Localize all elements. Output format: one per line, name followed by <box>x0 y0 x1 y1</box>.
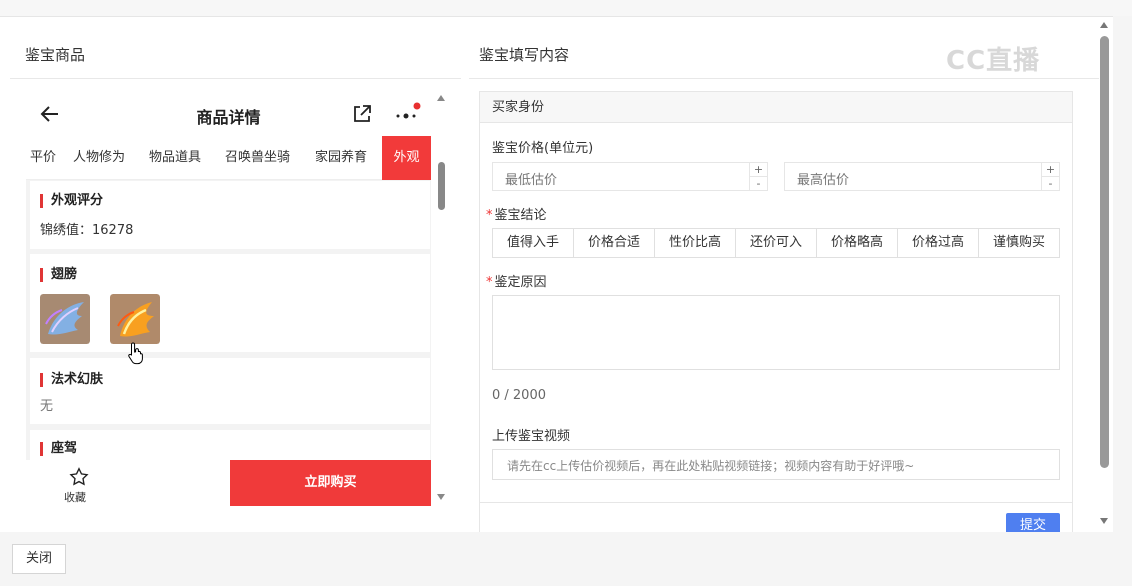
fire-wing-thumbnail[interactable] <box>110 294 160 344</box>
conclusion-option-bargain[interactable]: 还价可入 <box>736 229 817 257</box>
favorite-label[interactable]: 收藏 <box>64 489 86 505</box>
blue-wing-thumbnail[interactable] <box>40 294 90 344</box>
left-divider <box>10 78 461 79</box>
reason-textarea[interactable] <box>492 295 1060 370</box>
required-marker: * <box>486 275 493 290</box>
appearance-score-card: 外观评分 锦绣值：16278 <box>30 181 430 249</box>
spell-skin-card: 法术幻肤 无 <box>30 358 430 424</box>
increment-button[interactable]: + <box>1042 163 1059 176</box>
left-panel-title: 鉴宝商品 <box>25 46 86 64</box>
wings-card: 翅膀 <box>30 254 430 352</box>
purchase-bar: 收藏 立即购买 <box>26 460 431 506</box>
top-strip <box>0 0 1132 16</box>
tab-character[interactable]: 人物修为 <box>73 136 125 180</box>
buyer-identity-header: 买家身份 <box>480 92 1072 123</box>
spell-skin-value: 无 <box>40 399 54 414</box>
conclusion-option-fair-price[interactable]: 价格合适 <box>574 229 655 257</box>
min-price-placeholder: 最低估价 <box>505 173 558 188</box>
conclusion-option-too-high[interactable]: 价格过高 <box>898 229 979 257</box>
right-panel-title: 鉴宝填写内容 <box>479 46 570 64</box>
max-price-stepper[interactable]: + - <box>1041 163 1059 190</box>
video-link-placeholder: 请先在cc上传估价视频后，再在此处粘贴视频链接；视频内容有助于好评哦~ <box>507 459 915 473</box>
decrement-button[interactable]: - <box>1042 176 1059 190</box>
buy-now-button[interactable]: 立即购买 <box>230 460 431 506</box>
preview-scroll-down-arrow[interactable] <box>437 494 445 500</box>
main-scroll-down-arrow[interactable] <box>1100 518 1108 524</box>
tab-price[interactable]: 平价 <box>30 136 56 180</box>
reason-label: * 鉴定原因 <box>486 271 547 290</box>
hand-cursor-icon <box>128 342 143 365</box>
video-link-input[interactable]: 请先在cc上传估价视频后，再在此处粘贴视频链接；视频内容有助于好评哦~ <box>492 449 1060 480</box>
appraisal-form: 买家身份 鉴宝价格(单位元) 最低估价 + - 最高估价 + - * 鉴宝结论 值… <box>479 91 1073 539</box>
video-label: 上传鉴宝视频 <box>492 429 571 444</box>
more-options-icon[interactable] <box>394 101 422 125</box>
conclusion-label-text: 鉴宝结论 <box>494 208 547 223</box>
conclusion-option-worth-buying[interactable]: 值得入手 <box>493 229 574 257</box>
right-divider <box>469 78 1099 79</box>
cc-live-watermark: CC直播 <box>946 46 1041 76</box>
star-icon[interactable] <box>68 466 90 488</box>
tab-home[interactable]: 家园养育 <box>315 136 367 180</box>
main-scroll-up-arrow[interactable] <box>1100 22 1108 28</box>
conclusion-option-slightly-high[interactable]: 价格略高 <box>817 229 898 257</box>
tab-items[interactable]: 物品道具 <box>149 136 201 180</box>
reason-label-text: 鉴定原因 <box>494 275 547 290</box>
min-price-stepper[interactable]: + - <box>749 163 767 190</box>
appearance-score-title: 外观评分 <box>40 194 103 208</box>
close-button[interactable]: 关闭 <box>12 544 66 574</box>
price-label: 鉴宝价格(单位元) <box>492 141 594 156</box>
conclusion-options: 值得入手 价格合适 性价比高 还价可入 价格略高 价格过高 谨慎购买 <box>492 228 1060 258</box>
spell-skin-title: 法术幻肤 <box>40 373 103 387</box>
conclusion-option-cautious[interactable]: 谨慎购买 <box>979 229 1059 257</box>
preview-scrollbar-thumb[interactable] <box>438 162 445 210</box>
tab-pets-mounts[interactable]: 召唤兽坐骑 <box>225 136 290 180</box>
product-detail-preview: 商品详情 平价 人物修为 物品道具 召唤兽坐骑 家园养育 外观 外观评分 锦绣值… <box>26 92 431 506</box>
required-marker: * <box>486 208 493 223</box>
form-footer-divider <box>480 502 1072 503</box>
conclusion-option-good-value[interactable]: 性价比高 <box>655 229 736 257</box>
increment-button[interactable]: + <box>750 163 767 176</box>
category-tabs: 平价 人物修为 物品道具 召唤兽坐骑 家园养育 外观 <box>26 136 431 180</box>
max-price-placeholder: 最高估价 <box>797 173 850 188</box>
appearance-score-value: 锦绣值：16278 <box>40 223 134 238</box>
dialog-footer: 关闭 <box>0 532 1132 586</box>
share-icon[interactable] <box>351 103 373 125</box>
reason-char-counter: 0 / 2000 <box>492 388 546 403</box>
min-price-input[interactable]: 最低估价 + - <box>492 162 768 191</box>
tab-appearance[interactable]: 外观 <box>382 136 431 180</box>
wings-title: 翅膀 <box>40 268 77 282</box>
mount-title: 座驾 <box>40 442 77 456</box>
conclusion-label: * 鉴宝结论 <box>486 204 547 223</box>
main-scrollbar-thumb[interactable] <box>1100 36 1109 468</box>
preview-scroll-up-arrow[interactable] <box>437 95 445 101</box>
decrement-button[interactable]: - <box>750 176 767 190</box>
phone-header: 商品详情 <box>26 92 431 136</box>
max-price-input[interactable]: 最高估价 + - <box>784 162 1060 191</box>
